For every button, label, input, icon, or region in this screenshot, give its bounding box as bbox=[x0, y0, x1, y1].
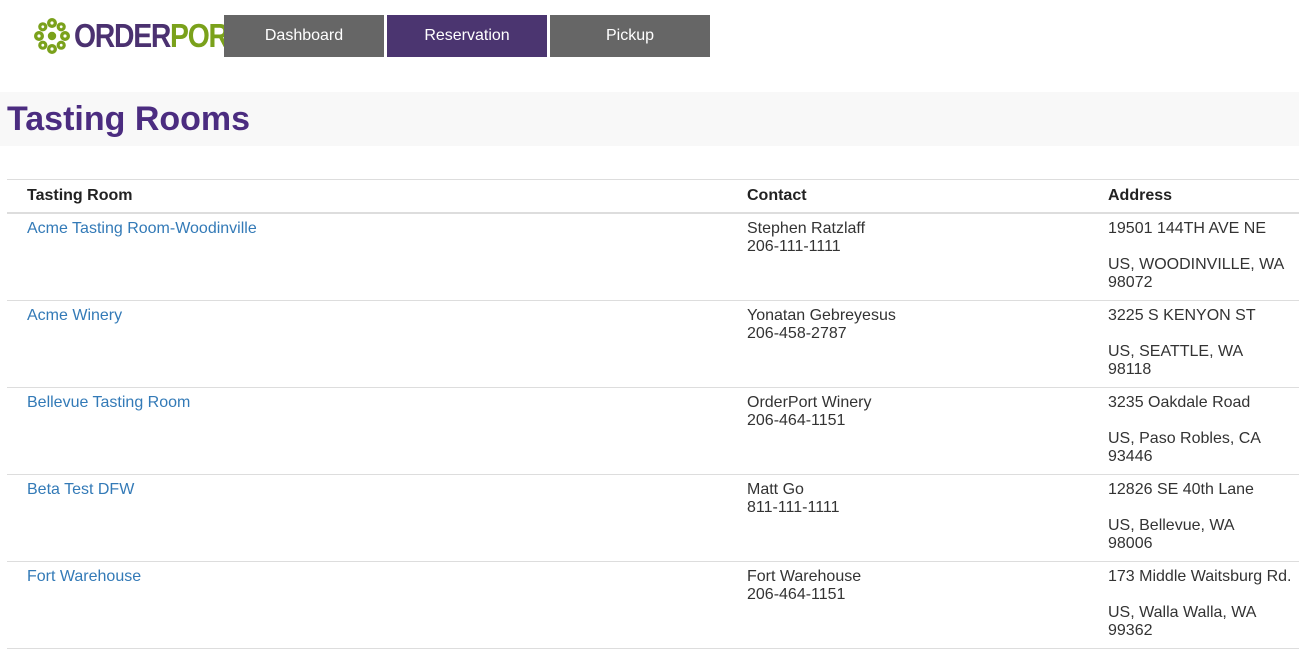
column-header-contact: Contact bbox=[727, 179, 1088, 214]
address-city-line: US, WOODINVILLE, WA bbox=[1108, 256, 1285, 273]
room-link[interactable]: Bellevue Tasting Room bbox=[27, 394, 190, 411]
address-zip: 98072 bbox=[1108, 274, 1153, 291]
contact-name: Yonatan Gebreyesus bbox=[747, 307, 896, 324]
address-cell: 173 Middle Waitsburg Rd. US, Walla Walla… bbox=[1088, 561, 1299, 649]
room-link[interactable]: Beta Test DFW bbox=[27, 481, 134, 498]
table-header-row: Tasting Room Contact Address bbox=[7, 179, 1299, 214]
main-nav: Dashboard Reservation Pickup bbox=[224, 15, 713, 57]
contact-cell: OrderPort Winery 206-464-1151 bbox=[727, 387, 1088, 475]
logo-wordmark: ORDERPORT bbox=[74, 16, 245, 56]
contact-cell: Matt Go 811-111-1111 bbox=[727, 474, 1088, 562]
address-zip: 98006 bbox=[1108, 535, 1153, 552]
contact-name: Matt Go bbox=[747, 481, 804, 498]
address-street: 173 Middle Waitsburg Rd. bbox=[1108, 568, 1292, 585]
address-street: 3225 S KENYON ST bbox=[1108, 307, 1256, 324]
room-cell: Acme Winery bbox=[7, 300, 727, 388]
room-link[interactable]: Fort Warehouse bbox=[27, 568, 141, 585]
address-zip: 93446 bbox=[1108, 448, 1153, 465]
room-cell: Beta Test DFW bbox=[7, 474, 727, 562]
table-row: Bellevue Tasting Room OrderPort Winery 2… bbox=[7, 387, 1299, 475]
contact-phone: 206-464-1151 bbox=[747, 586, 846, 603]
nav-dashboard-button[interactable]: Dashboard bbox=[224, 15, 384, 57]
contact-cell: Yonatan Gebreyesus 206-458-2787 bbox=[727, 300, 1088, 388]
contact-phone: 206-458-2787 bbox=[747, 325, 847, 342]
table-row: Fort Warehouse Fort Warehouse 206-464-11… bbox=[7, 561, 1299, 649]
address-city-line: US, Walla Walla, WA bbox=[1108, 604, 1257, 621]
address-zip: 98118 bbox=[1108, 361, 1152, 378]
address-street: 3235 Oakdale Road bbox=[1108, 394, 1251, 411]
address-zip: 99362 bbox=[1108, 622, 1153, 639]
header: ORDERPORT Dashboard Reservation Pickup bbox=[0, 0, 1299, 70]
address-cell: 3235 Oakdale Road US, Paso Robles, CA 93… bbox=[1088, 387, 1299, 475]
column-header-address: Address bbox=[1088, 179, 1299, 214]
contact-phone: 206-464-1151 bbox=[747, 412, 846, 429]
title-bar: Tasting Rooms bbox=[0, 92, 1299, 146]
contact-name: Fort Warehouse bbox=[747, 568, 862, 585]
contact-name: OrderPort Winery bbox=[747, 394, 872, 411]
contact-name: Stephen Ratzlaff bbox=[747, 220, 866, 237]
room-link[interactable]: Acme Tasting Room-Woodinville bbox=[27, 220, 257, 237]
address-street: 19501 144TH AVE NE bbox=[1108, 220, 1267, 237]
address-cell: 3225 S KENYON ST US, SEATTLE, WA 98118 bbox=[1088, 300, 1299, 388]
room-link[interactable]: Acme Winery bbox=[27, 307, 122, 324]
address-city-line: US, Paso Robles, CA bbox=[1108, 430, 1261, 447]
page-title: Tasting Rooms bbox=[7, 100, 251, 138]
address-cell: 12826 SE 40th Lane US, Bellevue, WA 9800… bbox=[1088, 474, 1299, 562]
address-city-line: US, Bellevue, WA bbox=[1108, 517, 1235, 534]
nav-pickup-button[interactable]: Pickup bbox=[550, 15, 710, 57]
contact-phone: 206-111-1111 bbox=[747, 238, 841, 255]
contact-phone: 811-111-1111 bbox=[747, 499, 840, 516]
column-header-tasting-room: Tasting Room bbox=[7, 179, 727, 214]
contact-cell: Fort Warehouse 206-464-1151 bbox=[727, 561, 1088, 649]
logo-text-order: ORDER bbox=[74, 17, 171, 54]
room-cell: Acme Tasting Room-Woodinville bbox=[7, 213, 727, 301]
table-row: Beta Test DFW Matt Go 811-111-1111 12826… bbox=[7, 474, 1299, 562]
table-row: Acme Winery Yonatan Gebreyesus 206-458-2… bbox=[7, 300, 1299, 388]
contact-cell: Stephen Ratzlaff 206-111-1111 bbox=[727, 213, 1088, 301]
address-cell: 19501 144TH AVE NE US, WOODINVILLE, WA 9… bbox=[1088, 213, 1299, 301]
table-row: Acme Tasting Room-Woodinville Stephen Ra… bbox=[7, 213, 1299, 301]
nav-reservation-button[interactable]: Reservation bbox=[387, 15, 547, 57]
address-city-line: US, SEATTLE, WA bbox=[1108, 343, 1244, 360]
tasting-rooms-table: Tasting Room Contact Address Acme Tastin… bbox=[7, 179, 1299, 649]
room-cell: Fort Warehouse bbox=[7, 561, 727, 649]
address-street: 12826 SE 40th Lane bbox=[1108, 481, 1254, 498]
room-cell: Bellevue Tasting Room bbox=[7, 387, 727, 475]
flower-logo-icon bbox=[34, 18, 70, 54]
